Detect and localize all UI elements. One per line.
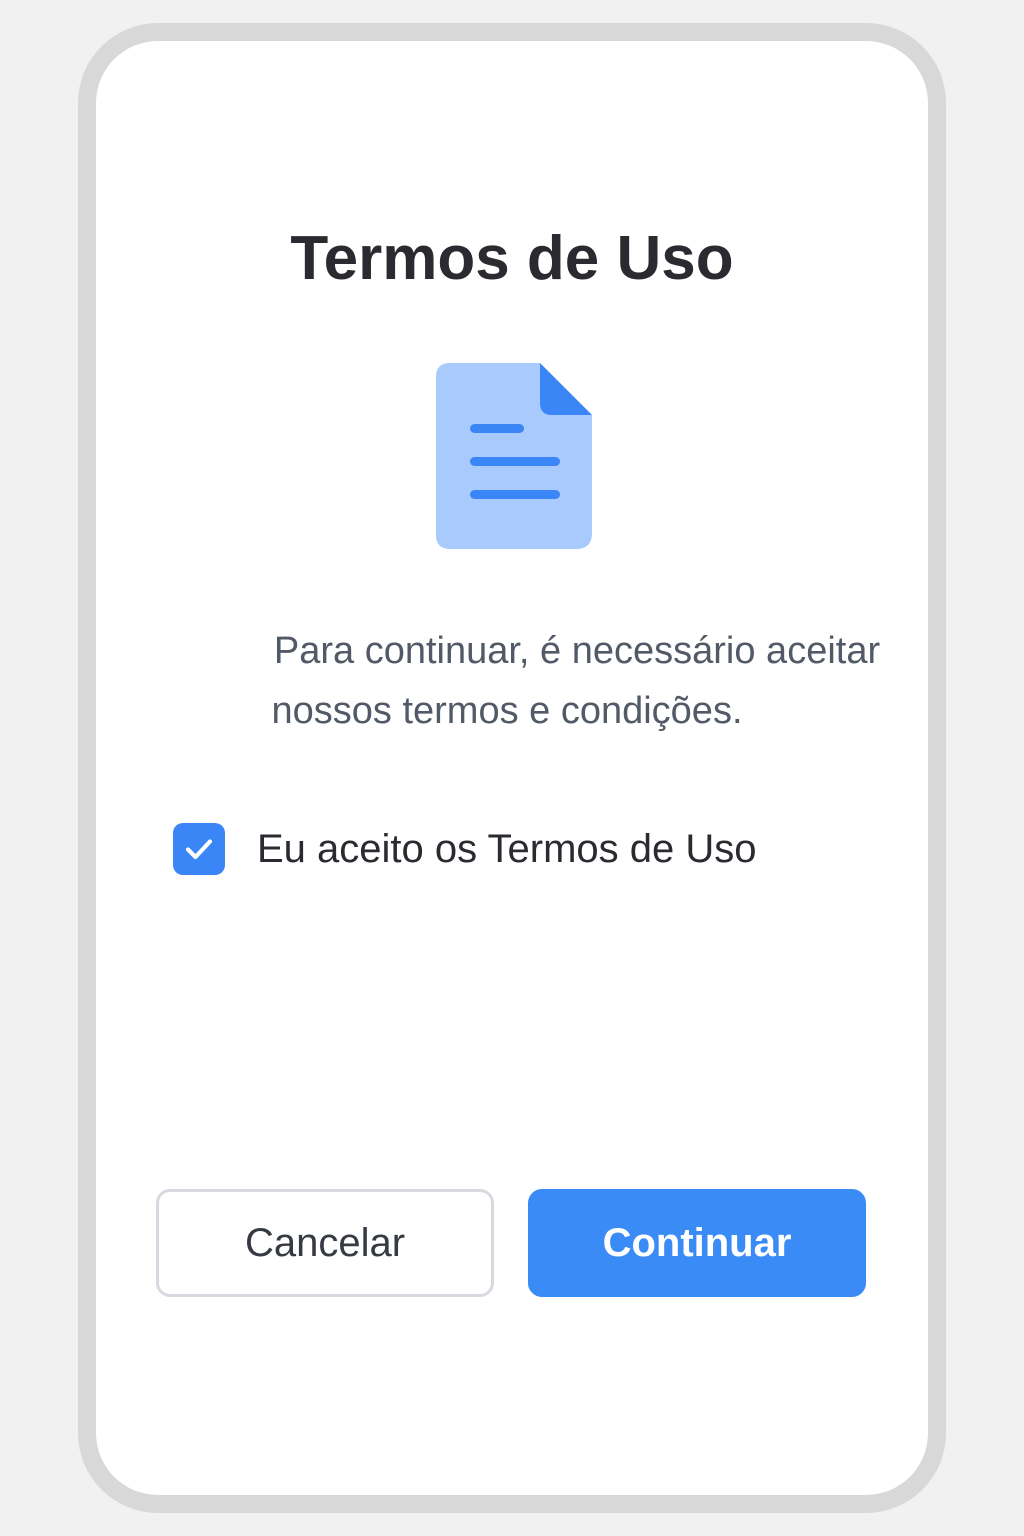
- checkmark-icon: [185, 839, 213, 860]
- accept-terms-checkbox-row[interactable]: Eu aceito os Termos de Uso: [173, 823, 757, 875]
- terms-dialog: Termos de Uso Para continuar, é necessár…: [96, 41, 928, 1495]
- accept-terms-checkbox[interactable]: [173, 823, 225, 875]
- dialog-title: Termos de Uso: [290, 224, 734, 293]
- device-frame: Termos de Uso Para continuar, é necessár…: [78, 23, 946, 1513]
- continue-button[interactable]: Continuar: [528, 1189, 866, 1297]
- document-icon: [436, 363, 592, 549]
- accept-terms-label[interactable]: Eu aceito os Termos de Uso: [257, 827, 757, 872]
- cancel-button[interactable]: Cancelar: [156, 1189, 494, 1297]
- description-line-1: Para continuar, é necessário aceitar: [273, 630, 881, 672]
- description-line-2: nossos termos e condições.: [271, 690, 743, 732]
- terms-description: Para continuar, é necessário aceitar nos…: [156, 621, 918, 741]
